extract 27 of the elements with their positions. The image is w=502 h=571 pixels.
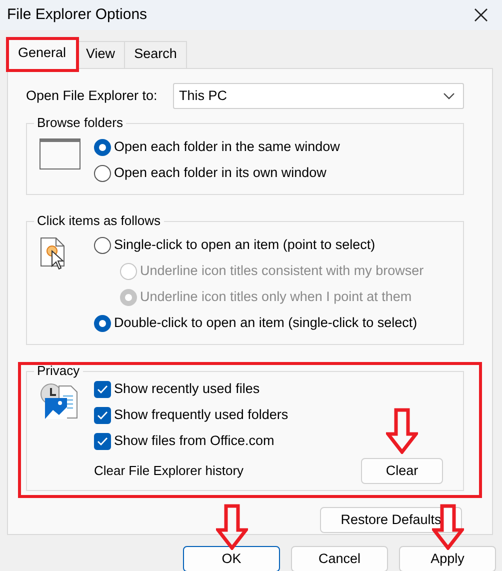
field-label: Clear File Explorer history xyxy=(94,462,244,480)
check-icon xyxy=(97,436,108,446)
checkbox-option[interactable]: Show frequently used folders xyxy=(94,402,288,428)
window-icon xyxy=(39,138,81,170)
radio-option[interactable]: Open each folder in the same window xyxy=(94,134,340,160)
tab[interactable]: Search xyxy=(124,40,187,68)
tab[interactable]: General xyxy=(7,38,78,69)
field-label: Open File Explorer to: xyxy=(26,86,158,105)
dropdown[interactable]: This PC xyxy=(173,83,464,109)
dialog-button[interactable]: OK xyxy=(183,546,280,571)
check-icon xyxy=(97,384,108,394)
chevron-icon xyxy=(443,92,455,100)
check-icon xyxy=(97,410,108,420)
dialog-button[interactable]: Apply xyxy=(399,546,496,571)
radio-option[interactable]: Single-click to open an item (point to select) xyxy=(94,232,424,258)
window-title: File Explorer Options xyxy=(7,4,148,25)
radio-option: Underline icon titles only when I point at them xyxy=(94,284,424,310)
recent-files-icon xyxy=(39,382,79,420)
checkbox-option[interactable]: Show files from Office.com xyxy=(94,428,288,454)
radio-option[interactable]: Open each folder in its own window xyxy=(94,160,340,186)
dialog-button[interactable]: Cancel xyxy=(291,546,388,571)
radio-option: Underline icon titles consistent with my browser xyxy=(94,258,424,284)
checkbox-option[interactable]: Show recently used files xyxy=(94,376,288,402)
restore-defaults-button[interactable]: Restore Defaults xyxy=(320,507,462,533)
close-icon xyxy=(474,8,488,22)
radio-option[interactable]: Double-click to open an item (single-click to select) xyxy=(94,310,424,336)
clear-button[interactable]: Clear xyxy=(361,458,443,484)
